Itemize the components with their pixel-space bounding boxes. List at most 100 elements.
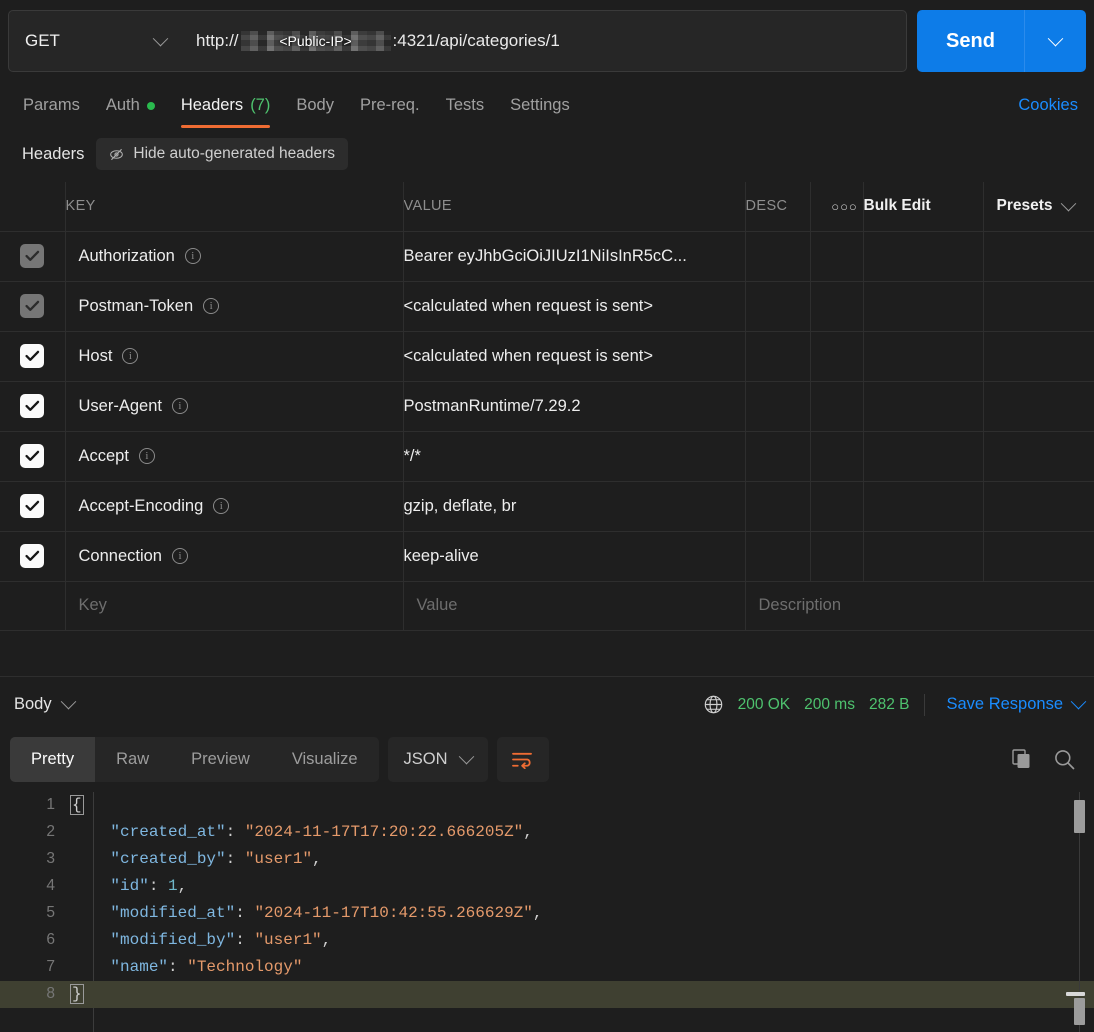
send-button[interactable]: Send bbox=[917, 10, 1024, 72]
row-key-cell[interactable]: Connection i bbox=[65, 531, 404, 581]
tab-raw[interactable]: Raw bbox=[95, 737, 170, 782]
headers-section-title: Headers bbox=[22, 144, 85, 163]
send-options-button[interactable] bbox=[1024, 10, 1086, 72]
row-checkbox-cell[interactable] bbox=[0, 231, 66, 281]
redacted-ip-region: <Public-IP> bbox=[240, 31, 391, 51]
info-icon[interactable]: i bbox=[184, 248, 201, 264]
row-checkbox-cell[interactable] bbox=[0, 281, 66, 331]
info-icon[interactable]: i bbox=[203, 298, 220, 314]
row-checkbox[interactable] bbox=[20, 394, 45, 418]
row-desc-cell[interactable] bbox=[745, 381, 811, 431]
row-checkbox-cell[interactable] bbox=[0, 481, 66, 531]
row-value-cell[interactable]: Bearer eyJhbGciOiJIUzI1NiIsInR5cC... bbox=[403, 231, 746, 281]
row-key-cell[interactable]: Host i bbox=[65, 331, 404, 381]
header-key-text: Postman-Token bbox=[78, 296, 194, 315]
row-value-cell[interactable]: <calculated when request is sent> bbox=[403, 331, 746, 381]
table-row[interactable]: Accept i */* bbox=[0, 431, 1094, 481]
row-checkbox[interactable] bbox=[20, 294, 45, 318]
table-row[interactable]: Authorization i Bearer eyJhbGciOiJIUzI1N… bbox=[0, 231, 1094, 281]
row-checkbox[interactable] bbox=[20, 344, 45, 368]
row-value-cell[interactable]: PostmanRuntime/7.29.2 bbox=[403, 381, 746, 431]
http-method-dropdown[interactable]: GET bbox=[8, 10, 183, 72]
row-value-cell[interactable]: gzip, deflate, br bbox=[403, 481, 746, 531]
tab-pre-request[interactable]: Pre-req. bbox=[347, 96, 433, 128]
new-desc-cell[interactable]: Description bbox=[745, 581, 1094, 630]
response-language-dropdown[interactable]: JSON bbox=[387, 736, 488, 782]
row-checkbox[interactable] bbox=[20, 494, 45, 518]
row-desc-cell[interactable] bbox=[745, 431, 811, 481]
tab-pretty[interactable]: Pretty bbox=[10, 736, 96, 782]
row-desc-cell[interactable] bbox=[745, 231, 811, 281]
code-scrollbar-thumb-lower[interactable] bbox=[1074, 997, 1085, 1025]
search-icon[interactable] bbox=[1053, 748, 1076, 771]
row-desc-cell[interactable] bbox=[745, 281, 811, 331]
tab-tests[interactable]: Tests bbox=[433, 96, 498, 128]
presets-button[interactable]: Presets bbox=[984, 195, 1094, 215]
info-icon[interactable]: i bbox=[213, 498, 230, 514]
url-input[interactable]: http:// <Public-IP> :4321/api/categories… bbox=[178, 10, 907, 72]
table-row[interactable]: User-Agent i PostmanRuntime/7.29.2 bbox=[0, 381, 1094, 431]
tab-auth[interactable]: Auth bbox=[93, 96, 168, 128]
row-checkbox[interactable] bbox=[20, 444, 45, 468]
row-value-cell[interactable]: keep-alive bbox=[403, 531, 746, 581]
tab-preview[interactable]: Preview bbox=[170, 737, 271, 782]
table-row[interactable]: Connection i keep-alive bbox=[0, 531, 1094, 581]
wrap-lines-button[interactable] bbox=[496, 736, 549, 782]
tab-label: Settings bbox=[510, 96, 570, 114]
hide-auto-generated-headers-button[interactable]: Hide auto-generated headers bbox=[96, 138, 349, 170]
table-row[interactable]: Host i <calculated when request is sent> bbox=[0, 331, 1094, 381]
row-checkbox-cell[interactable] bbox=[0, 381, 66, 431]
response-meta: 200 OK 200 ms 282 B Save Response bbox=[703, 693, 1087, 716]
bulk-edit-button[interactable]: Bulk Edit bbox=[863, 182, 984, 231]
info-icon[interactable]: i bbox=[171, 398, 188, 414]
code-line: 2 "created_at": "2024-11-17T17:20:22.666… bbox=[0, 819, 1094, 846]
row-value-cell[interactable]: */* bbox=[403, 431, 746, 481]
new-value-cell[interactable]: Value bbox=[403, 581, 746, 630]
chevron-down-icon bbox=[1047, 30, 1064, 46]
cookies-link[interactable]: Cookies bbox=[1018, 96, 1084, 128]
tab-settings[interactable]: Settings bbox=[497, 96, 583, 128]
row-checkbox-cell[interactable] bbox=[0, 531, 66, 581]
row-checkbox-cell[interactable] bbox=[0, 331, 66, 381]
row-checkbox[interactable] bbox=[20, 544, 45, 568]
row-desc-cell[interactable] bbox=[745, 331, 811, 381]
row-key-cell[interactable]: Accept-Encoding i bbox=[65, 481, 404, 531]
tab-visualize[interactable]: Visualize bbox=[271, 737, 379, 782]
tab-body[interactable]: Body bbox=[283, 96, 347, 128]
table-row[interactable]: Accept-Encoding i gzip, deflate, br bbox=[0, 481, 1094, 531]
new-header-row[interactable]: Key Value Description bbox=[0, 581, 1094, 630]
row-checkbox[interactable] bbox=[20, 244, 45, 268]
save-response-button[interactable]: Save Response bbox=[947, 693, 1087, 714]
info-icon[interactable]: i bbox=[171, 548, 188, 564]
globe-icon[interactable] bbox=[703, 694, 724, 715]
code-text: "name": "Technology" bbox=[110, 958, 303, 976]
row-checkbox-cell[interactable] bbox=[0, 431, 66, 481]
row-desc-cell[interactable] bbox=[745, 481, 811, 531]
row-key-cell[interactable]: Accept i bbox=[65, 431, 404, 481]
response-body-dropdown[interactable]: Body bbox=[14, 693, 76, 714]
tab-headers[interactable]: Headers (7) bbox=[168, 96, 284, 128]
row-key-cell[interactable]: User-Agent i bbox=[65, 381, 404, 431]
code-line: 4 "id": 1, bbox=[0, 873, 1094, 900]
info-icon[interactable]: i bbox=[122, 348, 139, 364]
headers-subbar: Headers Hide auto-generated headers bbox=[0, 128, 1094, 182]
url-prefix: http:// bbox=[196, 31, 239, 50]
new-key-placeholder: Key bbox=[78, 596, 107, 614]
new-key-cell[interactable]: Key bbox=[65, 581, 404, 630]
line-number: 7 bbox=[46, 958, 55, 975]
row-value-cell[interactable]: <calculated when request is sent> bbox=[403, 281, 746, 331]
tab-label: Headers bbox=[180, 96, 244, 114]
row-key-cell[interactable]: Authorization i bbox=[65, 231, 404, 281]
chevron-down-icon bbox=[152, 30, 169, 46]
tab-params[interactable]: Params bbox=[10, 96, 93, 128]
code-line: 3 "created_by": "user1", bbox=[0, 846, 1094, 873]
info-icon[interactable]: i bbox=[138, 448, 155, 464]
more-options-icon[interactable]: ○○○ bbox=[811, 199, 863, 214]
row-desc-cell[interactable] bbox=[745, 531, 811, 581]
column-header-desc: DESC bbox=[745, 182, 811, 231]
response-body-code[interactable]: 1{2 "created_at": "2024-11-17T17:20:22.6… bbox=[0, 791, 1094, 1032]
code-scrollbar-thumb[interactable] bbox=[1074, 799, 1085, 833]
row-key-cell[interactable]: Postman-Token i bbox=[65, 281, 404, 331]
table-row[interactable]: Postman-Token i <calculated when request… bbox=[0, 281, 1094, 331]
copy-icon[interactable] bbox=[1011, 748, 1033, 770]
